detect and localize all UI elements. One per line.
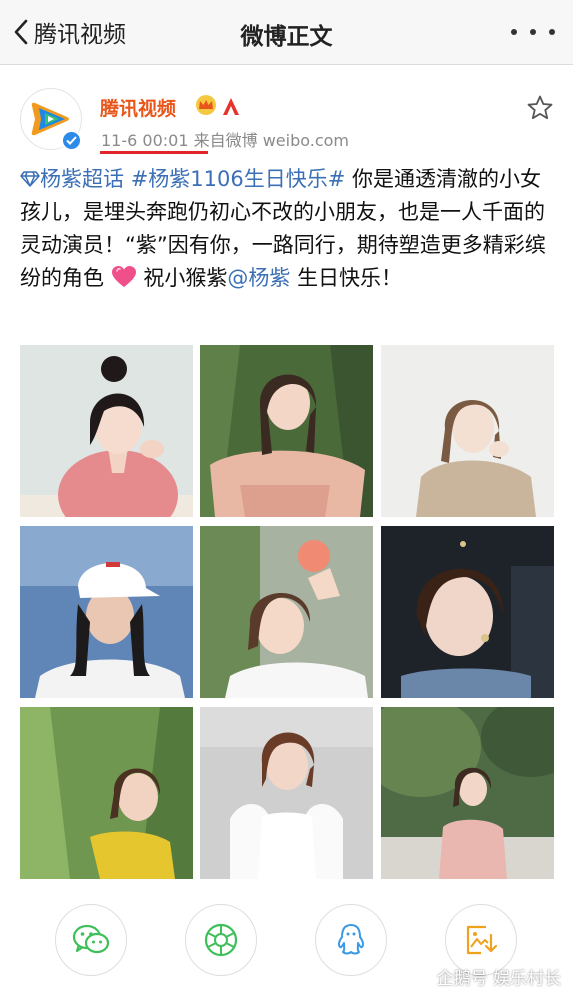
post-time: 11-6 00:01 xyxy=(101,131,189,150)
save-image-icon xyxy=(466,925,498,955)
share-wechat-button[interactable] xyxy=(55,904,127,976)
penguin-logo-icon xyxy=(414,966,431,987)
photo-7[interactable] xyxy=(20,707,193,879)
photo-3[interactable] xyxy=(381,345,554,517)
more-dots-icon xyxy=(511,29,517,35)
diamond-icon xyxy=(20,171,40,187)
super-topic-link[interactable]: 杨紫超话 xyxy=(20,167,131,191)
post-meta: 11-6 00:01 来自微博 weibo.com xyxy=(101,127,349,151)
super-topic-label: 杨紫超话 xyxy=(40,167,124,191)
post-text-wish: 祝小猴紫 xyxy=(143,266,228,290)
share-qq-button[interactable] xyxy=(315,904,387,976)
photo-2[interactable] xyxy=(200,345,373,517)
watermark-text: 企鹅号 娱乐村长 xyxy=(436,969,561,989)
mention-link[interactable]: @杨紫 xyxy=(227,266,290,290)
crown-badge-icon xyxy=(196,95,216,115)
back-label: 腾讯视频 xyxy=(34,22,126,48)
favorite-star-icon[interactable] xyxy=(526,94,554,122)
navigation-bar: 腾讯视频 微博正文 xyxy=(0,0,573,65)
qq-icon xyxy=(337,924,365,955)
post-source[interactable]: 来自微博 weibo.com xyxy=(194,131,349,150)
photo-1[interactable] xyxy=(20,345,193,517)
share-moments-button[interactable] xyxy=(185,904,257,976)
wechat-icon xyxy=(72,924,110,954)
photo-grid xyxy=(20,345,554,879)
photo-8[interactable] xyxy=(200,707,373,879)
photo-4[interactable] xyxy=(20,526,193,698)
back-button[interactable]: 腾讯视频 xyxy=(14,12,126,52)
time-underline-annotation xyxy=(100,151,208,154)
verified-badge-icon xyxy=(61,130,82,151)
more-options-button[interactable] xyxy=(511,18,555,46)
hashtag-link[interactable]: #杨紫1106生日快乐# xyxy=(131,167,346,191)
chevron-left-icon xyxy=(14,19,28,45)
post-text-end: 生日快乐！ xyxy=(297,266,403,290)
red-a-badge-icon xyxy=(223,98,239,115)
watermark: 企鹅号 娱乐村长 xyxy=(414,964,561,989)
heart-emoji-icon xyxy=(111,266,136,287)
photo-6[interactable] xyxy=(381,526,554,698)
author-name[interactable]: 腾讯视频 xyxy=(100,94,176,121)
post-body: 杨紫超话 #杨紫1106生日快乐# 你是通透清澈的小女孩儿，是埋头奔跑仍初心不改… xyxy=(20,163,550,295)
photo-5[interactable] xyxy=(200,526,373,698)
photo-9[interactable] xyxy=(381,707,554,879)
moments-icon xyxy=(204,923,238,957)
